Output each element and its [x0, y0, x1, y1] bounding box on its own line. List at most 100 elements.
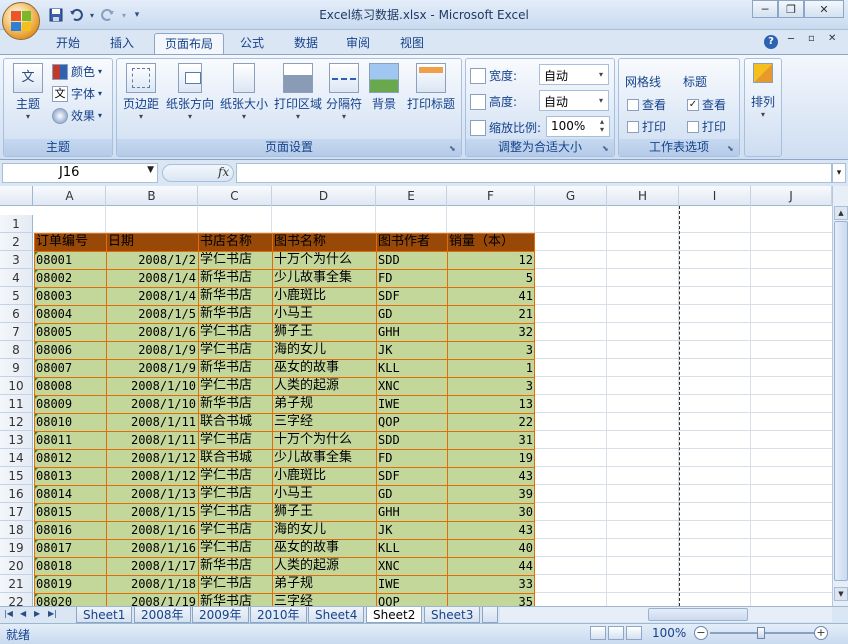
table-cell[interactable]: GD: [376, 485, 447, 503]
tab-page-layout[interactable]: 页面布局: [154, 33, 224, 55]
table-cell[interactable]: 08018: [34, 557, 106, 575]
horizontal-scrollbar[interactable]: [500, 607, 832, 622]
theme-fonts-button[interactable]: 文字体 ▾: [52, 85, 102, 102]
row-header[interactable]: 8: [0, 341, 33, 359]
table-cell[interactable]: 30: [447, 503, 535, 521]
tab-data[interactable]: 数据: [286, 33, 326, 54]
table-cell[interactable]: 08002: [34, 269, 106, 287]
headings-print-checkbox[interactable]: 打印: [687, 118, 726, 135]
column-header[interactable]: F: [447, 186, 535, 206]
table-cell[interactable]: 新华书店: [198, 287, 272, 305]
table-cell[interactable]: 12: [447, 251, 535, 269]
first-sheet-icon[interactable]: |◀: [4, 609, 13, 618]
table-cell[interactable]: 十万个为什么: [272, 251, 376, 269]
table-cell[interactable]: 学仁书店: [198, 377, 272, 395]
table-cell[interactable]: 2008/1/9: [106, 341, 198, 359]
table-cell[interactable]: 19: [447, 449, 535, 467]
scroll-up-icon[interactable]: ▲: [834, 206, 848, 220]
gridlines-print-checkbox[interactable]: 打印: [627, 118, 666, 135]
row-header[interactable]: 21: [0, 575, 33, 593]
row-header[interactable]: 16: [0, 485, 33, 503]
tab-view[interactable]: 视图: [392, 33, 432, 54]
table-header-cell[interactable]: 书店名称: [198, 233, 272, 251]
sheet-tab-sheet1[interactable]: Sheet1: [76, 607, 133, 623]
table-cell[interactable]: XNC: [376, 557, 447, 575]
table-cell[interactable]: 海的女儿: [272, 521, 376, 539]
table-cell[interactable]: 08011: [34, 431, 106, 449]
table-cell[interactable]: FD: [376, 269, 447, 287]
restore-button[interactable]: ❐: [778, 0, 804, 18]
table-header-cell[interactable]: 销量（本）: [447, 233, 535, 251]
last-sheet-icon[interactable]: ▶|: [48, 609, 57, 618]
sheet-tab-sheet3[interactable]: Sheet3: [424, 607, 481, 623]
table-cell[interactable]: 41: [447, 287, 535, 305]
table-cell[interactable]: 新华书店: [198, 305, 272, 323]
table-cell[interactable]: 弟子规: [272, 395, 376, 413]
table-header-cell[interactable]: 订单编号: [34, 233, 106, 251]
zoom-out-icon[interactable]: −: [694, 626, 708, 640]
row-header[interactable]: 10: [0, 377, 33, 395]
gridlines-print-check[interactable]: [627, 120, 639, 133]
table-cell[interactable]: 学仁书店: [198, 323, 272, 341]
table-cell[interactable]: 联合书城: [198, 449, 272, 467]
theme-effects-button[interactable]: 效果 ▾: [52, 107, 102, 124]
table-cell[interactable]: 43: [447, 467, 535, 485]
table-cell[interactable]: 少儿故事全集: [272, 269, 376, 287]
height-select[interactable]: 自动 ▾: [539, 90, 609, 111]
table-cell[interactable]: JK: [376, 521, 447, 539]
page-layout-view-icon[interactable]: [608, 626, 624, 640]
table-cell[interactable]: 08005: [34, 323, 106, 341]
headings-print-check[interactable]: [687, 120, 699, 133]
table-cell[interactable]: 学仁书店: [198, 431, 272, 449]
print-area-button[interactable]: 打印区域 ▾: [273, 63, 323, 122]
table-cell[interactable]: 2008/1/5: [106, 305, 198, 323]
row-header[interactable]: 17: [0, 503, 33, 521]
column-header[interactable]: I: [679, 186, 751, 206]
table-cell[interactable]: 2008/1/12: [106, 449, 198, 467]
table-cell[interactable]: 新华书店: [198, 557, 272, 575]
arrange-button[interactable]: 排列 ▾: [748, 63, 778, 120]
row-header[interactable]: 7: [0, 323, 33, 341]
table-cell[interactable]: GD: [376, 305, 447, 323]
column-header[interactable]: D: [272, 186, 376, 206]
tab-insert[interactable]: 插入: [102, 33, 142, 54]
table-cell[interactable]: 32: [447, 323, 535, 341]
themes-button[interactable]: 文 主题 ▾: [8, 63, 48, 122]
sheet-options-launcher-icon[interactable]: ⬊: [727, 144, 737, 154]
table-cell[interactable]: 学仁书店: [198, 467, 272, 485]
table-cell[interactable]: 08007: [34, 359, 106, 377]
row-header[interactable]: 20: [0, 557, 33, 575]
table-cell[interactable]: 狮子王: [272, 503, 376, 521]
width-select[interactable]: 自动 ▾: [539, 64, 609, 85]
sheet-tab-sheet4[interactable]: Sheet4: [308, 607, 365, 623]
table-cell[interactable]: 巫女的故事: [272, 539, 376, 557]
table-cell[interactable]: 3: [447, 377, 535, 395]
minimize-button[interactable]: ─: [752, 0, 778, 18]
table-cell[interactable]: KLL: [376, 539, 447, 557]
row-header[interactable]: 2: [0, 233, 33, 251]
table-cell[interactable]: 08019: [34, 575, 106, 593]
table-cell[interactable]: 40: [447, 539, 535, 557]
tab-home[interactable]: 开始: [48, 33, 88, 54]
table-cell[interactable]: 08014: [34, 485, 106, 503]
zoom-slider-thumb[interactable]: [757, 627, 765, 639]
table-cell[interactable]: 2008/1/11: [106, 413, 198, 431]
table-cell[interactable]: 小鹿斑比: [272, 467, 376, 485]
table-cell[interactable]: 2008/1/17: [106, 557, 198, 575]
formula-input[interactable]: [236, 163, 832, 183]
table-cell[interactable]: 5: [447, 269, 535, 287]
table-cell[interactable]: 08017: [34, 539, 106, 557]
table-cell[interactable]: 学仁书店: [198, 575, 272, 593]
size-button[interactable]: 纸张大小 ▾: [219, 63, 269, 122]
theme-colors-button[interactable]: 颜色 ▾: [52, 63, 102, 80]
breaks-button[interactable]: 分隔符 ▾: [325, 63, 363, 122]
table-cell[interactable]: 小鹿斑比: [272, 287, 376, 305]
table-cell[interactable]: 08003: [34, 287, 106, 305]
insert-sheet-icon[interactable]: [482, 607, 498, 623]
table-cell[interactable]: 2008/1/4: [106, 287, 198, 305]
vertical-scroll-thumb[interactable]: [834, 221, 848, 581]
tab-review[interactable]: 审阅: [338, 33, 378, 54]
table-cell[interactable]: IWE: [376, 575, 447, 593]
table-cell[interactable]: SDD: [376, 431, 447, 449]
table-cell[interactable]: 联合书城: [198, 413, 272, 431]
